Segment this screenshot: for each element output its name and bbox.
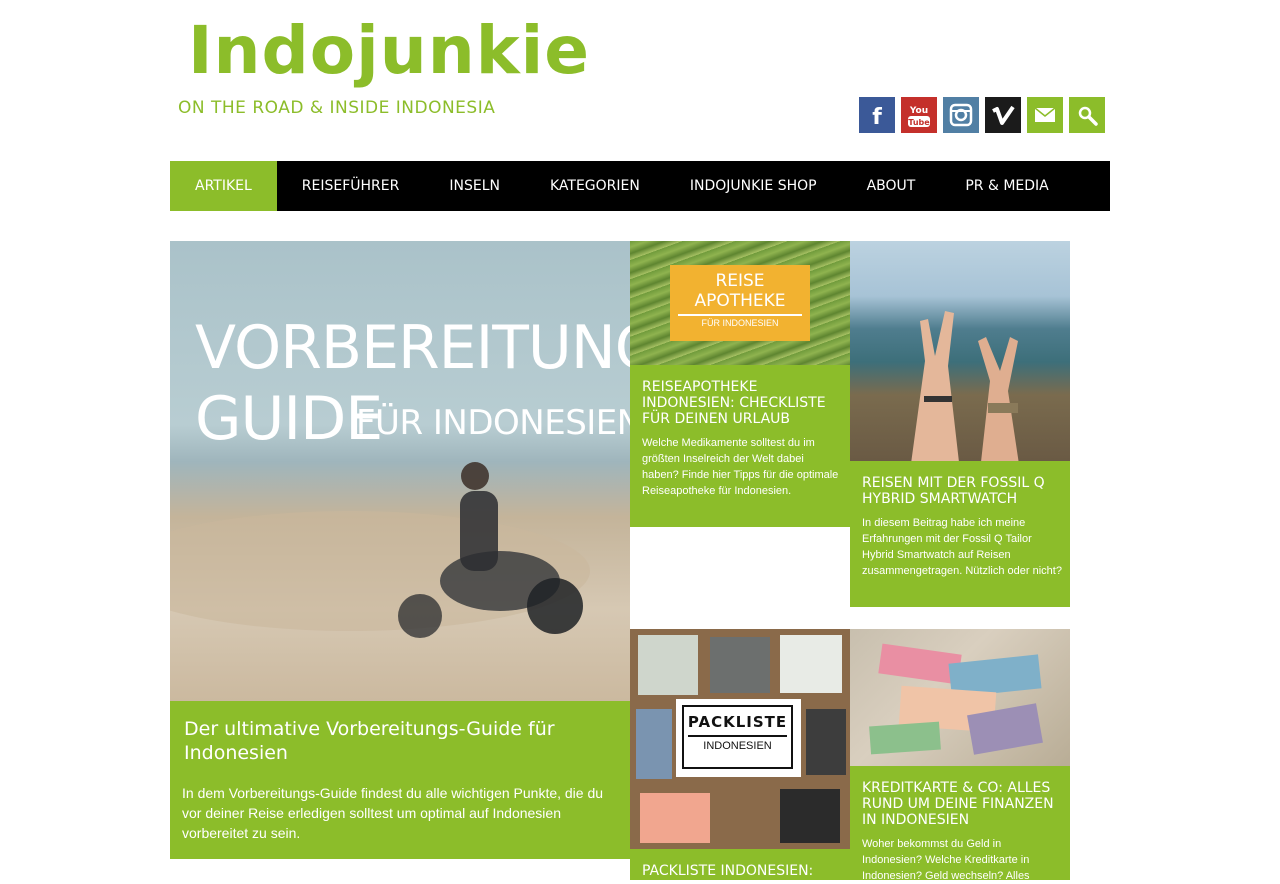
featured-article-desc: In dem Vorbereitungs-Guide findest du al… <box>182 785 604 841</box>
packliste-image-text2: INDONESIEN <box>703 740 772 752</box>
search-icon[interactable] <box>1069 97 1105 133</box>
mail-icon[interactable] <box>1027 97 1063 133</box>
packliste-title[interactable]: PACKLISTE INDONESIEN: <box>642 863 842 879</box>
kreditkarte-image[interactable] <box>850 629 1070 766</box>
fossil-smartwatch-card[interactable]: REISEN MIT DER FOSSIL Q HYBRID SMARTWATC… <box>850 461 1070 607</box>
featured-article-card[interactable]: Der ultimative Vorbereitungs-Guide für I… <box>170 701 630 859</box>
reiseapotheke-card[interactable]: REISEAPOTHEKE INDONESIEN: CHECKLISTE FÜR… <box>630 365 850 527</box>
site-logo-title[interactable]: Indojunkie <box>188 18 590 84</box>
nav-item-indojunkie-shop[interactable]: INDOJUNKIE SHOP <box>665 161 842 211</box>
reiseapotheke-title[interactable]: REISEAPOTHEKE INDONESIEN: CHECKLISTE FÜR… <box>642 379 842 427</box>
packliste-image[interactable]: PACKLISTE INDONESIEN <box>630 629 850 849</box>
featured-overlay-line2b: FÜR INDONESIEN <box>356 403 630 443</box>
reiseapotheke-image-text2: APOTHEKE <box>694 291 786 311</box>
vimeo-icon[interactable] <box>985 97 1021 133</box>
main-navigation: ARTIKEL REISEFÜHRER INSELN KATEGORIEN IN… <box>170 161 1110 211</box>
packliste-card[interactable]: PACKLISTE INDONESIEN: <box>630 849 850 880</box>
site-logo-subtitle[interactable]: ON THE ROAD & INSIDE INDONESIA <box>178 100 495 117</box>
facebook-icon[interactable]: f <box>859 97 895 133</box>
kreditkarte-desc: Woher bekommst du Geld in Indonesien? We… <box>862 838 1030 882</box>
youtube-icon[interactable]: You Tube <box>901 97 937 133</box>
reiseapotheke-desc: Welche Medikamente solltest du im größte… <box>642 437 839 497</box>
nav-item-inseln[interactable]: INSELN <box>424 161 525 211</box>
reiseapotheke-image[interactable]: REISE APOTHEKE FÜR INDONESIEN <box>630 241 850 365</box>
svg-text:Tube: Tube <box>908 118 930 127</box>
kreditkarte-card[interactable]: KREDITKARTE & CO: ALLES RUND UM DEINE FI… <box>850 766 1070 882</box>
nav-item-artikel[interactable]: ARTIKEL <box>170 161 277 211</box>
nav-item-kategorien[interactable]: KATEGORIEN <box>525 161 665 211</box>
reiseapotheke-image-text3: FÜR INDONESIEN <box>701 318 779 328</box>
fossil-smartwatch-desc: In diesem Beitrag habe ich meine Erfahru… <box>862 517 1062 577</box>
featured-overlay-line1: VORBEREITUNGS <box>195 313 630 383</box>
svg-text:f: f <box>872 105 882 130</box>
fossil-smartwatch-image[interactable] <box>850 241 1070 461</box>
fossil-smartwatch-title[interactable]: REISEN MIT DER FOSSIL Q HYBRID SMARTWATC… <box>862 475 1062 507</box>
featured-overlay-line2a: GUIDE <box>195 384 383 454</box>
packliste-image-text1: PACKLISTE <box>687 713 788 731</box>
reiseapotheke-image-label-box: REISE APOTHEKE FÜR INDONESIEN <box>670 265 810 341</box>
nav-item-reisefuehrer[interactable]: REISEFÜHRER <box>277 161 425 211</box>
svg-text:You: You <box>909 106 928 116</box>
featured-article-image[interactable]: VORBEREITUNGS GUIDE FÜR INDONESIEN <box>170 241 630 701</box>
kreditkarte-title[interactable]: KREDITKARTE & CO: ALLES RUND UM DEINE FI… <box>862 780 1062 828</box>
nav-item-pr-media[interactable]: PR & MEDIA <box>940 161 1073 211</box>
nav-item-about[interactable]: ABOUT <box>842 161 941 211</box>
instagram-icon[interactable] <box>943 97 979 133</box>
reiseapotheke-image-text1: REISE <box>715 271 765 291</box>
packliste-image-label-box: PACKLISTE INDONESIEN <box>676 699 801 777</box>
featured-article-title[interactable]: Der ultimative Vorbereitungs-Guide für I… <box>184 717 614 765</box>
